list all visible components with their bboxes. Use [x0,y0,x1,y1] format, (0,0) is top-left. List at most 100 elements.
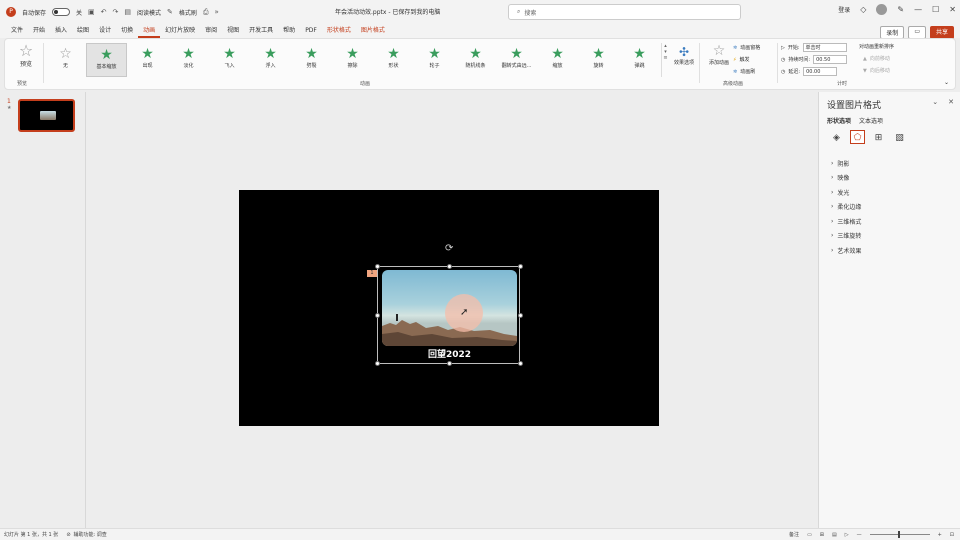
print-icon[interactable]: ⎙ [203,8,209,17]
animation-item[interactable]: ★ 旋转 [578,43,619,77]
resize-handle-n[interactable] [447,264,452,269]
diamond-icon[interactable]: ◇ [860,5,866,14]
redo-icon[interactable]: ↷ [113,8,119,16]
animation-item[interactable]: ★ 基本缩放 [86,43,127,77]
animation-item[interactable]: ★ 擦除 [332,43,373,77]
slideshow-icon[interactable]: ▷ [845,532,849,538]
tab-text-options[interactable]: 文本选项 [859,116,883,125]
gallery-expand-icon[interactable]: ≡ [663,55,667,61]
tab-0[interactable]: 文件 [6,24,28,38]
tab-9[interactable]: 视图 [222,24,244,38]
animation-item[interactable]: ★ 随机线条 [455,43,496,77]
slide-canvas[interactable]: ⟳ 1 ➚ 回望2022 [239,190,659,426]
animation-order-tag[interactable]: 1 [367,270,377,277]
notes-button[interactable]: 备注 [789,531,799,538]
resize-handle-se[interactable] [518,361,523,366]
zoom-slider[interactable] [869,531,930,538]
maximize-icon[interactable]: ☐ [932,5,939,14]
tab-6[interactable]: 动画 [138,24,161,38]
sign-in-link[interactable]: 登录 [838,5,850,14]
format-section[interactable]: › 阴影 [831,156,861,171]
resize-handle-e[interactable] [518,313,523,318]
effect-options-button[interactable]: ✣ 效果选项 [673,45,695,66]
format-section[interactable]: › 柔化边缘 [831,200,861,215]
tab-1[interactable]: 开始 [28,24,50,38]
start-select[interactable]: 单击时 [802,43,847,52]
format-painter-button[interactable]: 格式刷 [179,8,197,17]
tab-3[interactable]: 绘图 [72,24,94,38]
tab-shape-options[interactable]: 形状选项 [827,116,851,125]
chevron-down-icon[interactable]: ⌄ [932,98,938,106]
animation-item[interactable]: ★ 形状 [373,43,414,77]
tab-14[interactable]: 图片格式 [356,24,390,38]
fit-slide-icon[interactable]: ⊡ [950,532,954,538]
tab-5[interactable]: 切换 [116,24,138,38]
animation-item[interactable]: ★ 飞入 [209,43,250,77]
move-earlier-button[interactable]: ▲ 向前移动 [863,55,890,63]
normal-view-icon[interactable]: ▭ [807,532,812,538]
reading-view-icon[interactable]: ▤ [832,532,837,538]
tab-13[interactable]: 形状格式 [322,24,356,38]
rotate-handle-icon[interactable]: ⟳ [445,243,453,254]
picture-icon[interactable]: ▧ [892,130,907,144]
resize-handle-w[interactable] [375,313,380,318]
animation-item[interactable]: ★ 浮入 [250,43,291,77]
save-icon[interactable]: ▣ [88,8,95,16]
animation-pane-button[interactable]: ✲ 动画窗格 [733,44,760,52]
animation-item[interactable]: ★ 劈裂 [291,43,332,77]
resize-handle-sw[interactable] [375,361,380,366]
brush-icon[interactable]: ✎ [167,8,173,16]
animation-painter-button[interactable]: ✲ 动画刷 [733,68,755,76]
resize-handle-nw[interactable] [375,264,380,269]
tab-11[interactable]: 帮助 [278,24,300,38]
duration-input[interactable]: 00.50 [813,55,848,64]
sorter-view-icon[interactable]: ⊞ [820,532,824,538]
more-icon[interactable]: » [215,8,219,16]
document-title[interactable]: 年会活动动效.pptx - 已保存到我的电脑 [335,7,440,16]
search-box[interactable]: ⌕ 搜索 [508,4,741,20]
format-section[interactable]: › 发光 [831,185,861,200]
fill-line-icon[interactable]: ◈ [829,130,844,144]
zoom-in-icon[interactable]: + [938,532,942,538]
zoom-out-icon[interactable]: — [857,532,862,538]
accessibility-status[interactable]: 辅助功能: 调查 [74,531,107,538]
gallery-scroll[interactable]: ▴ ▾ ≡ [661,43,669,77]
tab-8[interactable]: 审阅 [200,24,222,38]
preview-button[interactable]: ☆ 预览 [11,43,41,69]
animation-item[interactable]: ★ 缩放 [537,43,578,77]
animation-item[interactable]: ★ 翻转式由远... [496,43,537,77]
avatar[interactable] [876,4,888,15]
minimize-icon[interactable]: — [914,5,922,14]
animation-item[interactable]: ☆ 无 [45,43,86,77]
undo-icon[interactable]: ↶ [101,8,107,16]
format-section[interactable]: › 艺术效果 [831,243,861,258]
reading-mode-button[interactable]: 阅读模式 [137,8,161,17]
trigger-button[interactable]: ⚡ 触发 [733,56,750,64]
format-section[interactable]: › 三维格式 [831,214,861,229]
tab-10[interactable]: 开发工具 [244,24,278,38]
autosave-toggle[interactable] [52,8,71,16]
size-properties-icon[interactable]: ⊞ [871,130,886,144]
slide-caption[interactable]: 回望2022 [382,347,517,360]
animation-item[interactable]: ★ 淡化 [168,43,209,77]
resize-handle-s[interactable] [447,361,452,366]
resize-handle-ne[interactable] [518,264,523,269]
tab-2[interactable]: 插入 [50,24,72,38]
tab-7[interactable]: 幻灯片放映 [160,24,200,38]
format-section[interactable]: › 映像 [831,171,861,186]
delay-input[interactable]: 00.00 [803,67,838,76]
format-section[interactable]: › 三维旋转 [831,229,861,244]
slide-thumbnail[interactable] [18,99,75,132]
add-animation-button[interactable]: ☆ 添加动画 [705,43,733,66]
close-icon[interactable]: ✕ [949,5,956,14]
animation-item[interactable]: ★ 出现 [127,43,168,77]
reading-mode-icon[interactable]: ▤ [124,8,131,16]
collapse-ribbon-icon[interactable]: ⌄ [944,79,949,86]
animation-item[interactable]: ★ 弹跳 [619,43,660,77]
tab-12[interactable]: PDF [300,24,322,38]
close-pane-icon[interactable]: ✕ [948,98,954,106]
effects-icon[interactable]: ⬠ [850,130,865,144]
animation-item[interactable]: ★ 轮子 [414,43,455,77]
move-later-button[interactable]: ▼ 向后移动 [863,67,890,75]
tab-4[interactable]: 设计 [94,24,116,38]
